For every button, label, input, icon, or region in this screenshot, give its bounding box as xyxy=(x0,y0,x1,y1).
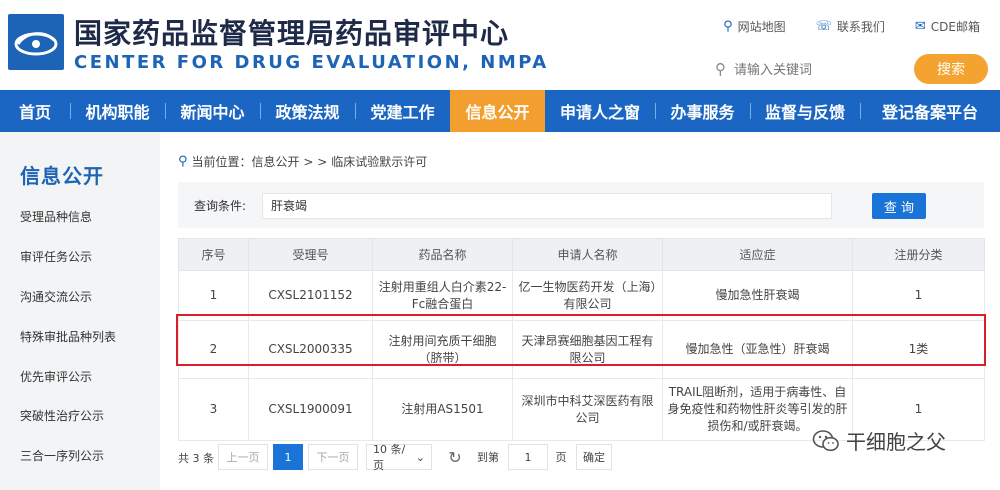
page-1-button[interactable]: 1 xyxy=(273,444,303,470)
main-nav: 首页 机构职能 新闻中心 政策法规 党建工作 信息公开 申请人之窗 办事服务 监… xyxy=(0,90,1000,132)
breadcrumb-prefix[interactable]: 当前位置：信息公开 > > xyxy=(192,153,328,170)
sidebar: 信息公开 受理品种信息 审评任务公示 沟通交流公示 特殊审批品种列表 优先审评公… xyxy=(0,132,160,490)
contact-us-link[interactable]: ☏ 联系我们 xyxy=(816,18,885,35)
sidebar-item-priority-review[interactable]: 优先审评公示 xyxy=(20,368,92,385)
col-header-applicant: 申请人名称 xyxy=(512,238,663,271)
table-row[interactable]: 1 CXSL2101152 注射用重组人白介素22-Fc融合蛋白 亿一生物医药开… xyxy=(178,270,985,321)
goto-label: 到第 xyxy=(474,444,502,470)
logo-emblem-icon xyxy=(14,32,58,56)
query-label: 查询条件: xyxy=(194,199,247,213)
search-icon: ⚲ xyxy=(715,60,726,78)
pagination: 共 3 条 xyxy=(178,444,214,472)
nav-item-news[interactable]: 新闻中心 xyxy=(165,90,260,132)
cell-applicant: 亿一生物医药开发（上海）有限公司 xyxy=(512,270,663,321)
sidebar-item-communication[interactable]: 沟通交流公示 xyxy=(20,288,92,305)
cell-acceptance-no: CXSL2101152 xyxy=(248,270,373,321)
wechat-watermark: 干细胞之父 xyxy=(812,426,946,455)
top-links: ⚲ 网站地图 ☏ 联系我们 ✉ CDE邮箱 xyxy=(723,18,980,35)
breadcrumb-current: 临床试验默示许可 xyxy=(331,155,428,169)
cell-drug-name: 注射用AS1501 xyxy=(372,378,513,441)
phone-icon: ☏ xyxy=(815,19,832,34)
nav-item-home[interactable]: 首页 xyxy=(0,90,70,132)
cell-indication: 慢加急性（亚急性）肝衰竭 xyxy=(662,320,853,379)
sidebar-title: 信息公开 xyxy=(20,164,104,188)
page-unit-label: 页 xyxy=(552,444,570,470)
goto-page-input[interactable]: 1 xyxy=(508,444,548,470)
sidebar-item-review-tasks[interactable]: 审评任务公示 xyxy=(20,248,92,265)
site-map-label: 网站地图 xyxy=(737,20,786,34)
map-pin-icon: ⚲ xyxy=(723,19,733,34)
nav-item-functions[interactable]: 机构职能 xyxy=(70,90,165,132)
sidebar-item-accepted[interactable]: 受理品种信息 xyxy=(20,208,92,225)
site-header: 国家药品监督管理局药品审评中心 CENTER FOR DRUG EVALUATI… xyxy=(0,0,1000,90)
sidebar-item-special-approval[interactable]: 特殊审批品种列表 xyxy=(20,328,116,345)
refresh-icon[interactable]: ↻ xyxy=(444,444,466,470)
prev-page-button[interactable]: 上一页 xyxy=(218,444,268,470)
chevron-down-icon: ⌄ xyxy=(415,450,425,464)
nav-item-services[interactable]: 办事服务 xyxy=(655,90,750,132)
sidebar-item-breakthrough[interactable]: 突破性治疗公示 xyxy=(20,407,104,424)
page-size-select[interactable]: 10 条/页 ⌄ xyxy=(366,443,432,472)
cell-no: 1 xyxy=(178,270,249,321)
cde-mail-label: CDE邮箱 xyxy=(930,20,980,34)
location-icon: ⚲ xyxy=(178,154,188,169)
cell-acceptance-no: CXSL2000335 xyxy=(248,320,373,379)
cell-drug-name: 注射用间充质干细胞（脐带） xyxy=(372,320,513,379)
nav-item-registration[interactable]: 登记备案平台 xyxy=(860,90,1000,132)
query-button[interactable]: 查 询 xyxy=(872,193,926,219)
col-header-acceptance-no: 受理号 xyxy=(248,238,373,271)
goto-confirm-button[interactable]: 确定 xyxy=(576,444,612,470)
cell-acceptance-no: CXSL1900091 xyxy=(248,378,373,441)
nav-item-policy[interactable]: 政策法规 xyxy=(260,90,355,132)
cell-indication: 慢加急性肝衰竭 xyxy=(662,270,853,321)
watermark-text: 干细胞之父 xyxy=(846,430,946,454)
contact-us-label: 联系我们 xyxy=(836,20,885,34)
col-header-indication: 适应症 xyxy=(662,238,853,271)
site-title-en: CENTER FOR DRUG EVALUATION, NMPA xyxy=(74,52,549,73)
page-size-value: 10 条/页 xyxy=(373,443,406,472)
nmpa-logo[interactable] xyxy=(8,14,64,70)
search-input[interactable] xyxy=(734,61,894,77)
mail-icon: ✉ xyxy=(914,19,926,34)
col-header-no: 序号 xyxy=(178,238,249,271)
query-panel: 查询条件: 肝衰竭 查 询 xyxy=(178,182,984,228)
pager-total: 共 3 条 xyxy=(178,452,214,465)
table-row[interactable]: 2 CXSL2000335 注射用间充质干细胞（脐带） 天津昂赛细胞基因工程有限… xyxy=(178,320,985,379)
breadcrumb: ⚲ 当前位置：信息公开 > > 临床试验默示许可 xyxy=(178,153,427,170)
nav-item-applicant[interactable]: 申请人之窗 xyxy=(545,90,655,132)
nav-item-info-disclosure[interactable]: 信息公开 xyxy=(450,90,545,132)
table-header-row: 序号 受理号 药品名称 申请人名称 适应症 注册分类 xyxy=(178,238,985,271)
site-map-link[interactable]: ⚲ 网站地图 xyxy=(723,18,786,35)
nav-item-party[interactable]: 党建工作 xyxy=(355,90,450,132)
site-search: ⚲ xyxy=(705,55,915,83)
cell-no: 3 xyxy=(178,378,249,441)
results-table: 序号 受理号 药品名称 申请人名称 适应症 注册分类 1 CXSL2101152… xyxy=(178,238,985,441)
site-title-cn: 国家药品监督管理局药品审评中心 xyxy=(74,17,510,50)
cell-no: 2 xyxy=(178,320,249,379)
nav-item-supervision[interactable]: 监督与反馈 xyxy=(750,90,860,132)
cell-applicant: 深圳市中科艾深医药有限公司 xyxy=(512,378,663,441)
cell-applicant: 天津昂赛细胞基因工程有限公司 xyxy=(512,320,663,379)
search-button[interactable]: 搜索 xyxy=(914,54,988,84)
wechat-icon xyxy=(812,429,839,451)
next-page-button[interactable]: 下一页 xyxy=(308,444,358,470)
cell-drug-name: 注射用重组人白介素22-Fc融合蛋白 xyxy=(372,270,513,321)
cell-category: 1 xyxy=(852,270,985,321)
cell-category: 1类 xyxy=(852,320,985,379)
query-input[interactable]: 肝衰竭 xyxy=(262,193,832,219)
col-header-category: 注册分类 xyxy=(852,238,985,271)
sidebar-item-three-in-one[interactable]: 三合一序列公示 xyxy=(20,447,104,464)
col-header-drug-name: 药品名称 xyxy=(372,238,513,271)
cde-mail-link[interactable]: ✉ CDE邮箱 xyxy=(915,18,980,35)
